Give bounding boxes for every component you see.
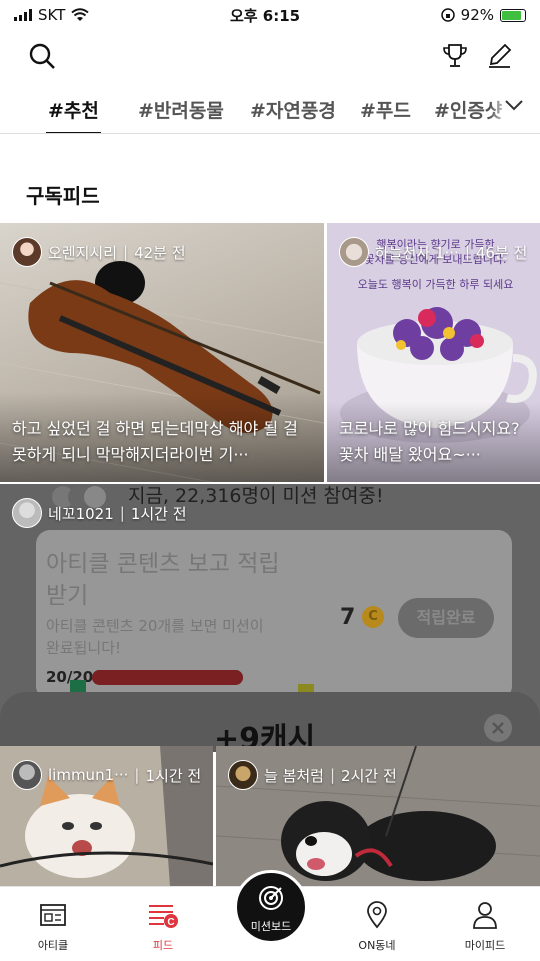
top-bar <box>0 30 540 82</box>
battery-icon <box>500 8 526 22</box>
feed-card[interactable]: 늘 봄처럼 | 2시간 전 <box>216 746 540 886</box>
card-meta: 네꼬1021 | 1시간 전 <box>12 498 187 528</box>
tab-recommend[interactable]: #추천 <box>46 96 101 133</box>
status-bar: SKT 오후 6:15 92% <box>0 0 540 30</box>
feed-card[interactable]: limmun1··· | 1시간 전 <box>0 746 213 886</box>
feed-card[interactable]: 오렌지시리 | 42분 전 하고 싶었던 걸 하면 되는데막상 해야 될 걸 못… <box>0 223 324 482</box>
nav-label: 피드 <box>152 939 174 952</box>
mission-title: 아티클 콘텐츠 보고 적립 받기 <box>46 551 280 609</box>
clock: 오후 6:15 <box>229 6 301 25</box>
card-caption: 하고 싶었던 걸 하면 되는데막상 해야 될 걸 못하게 되니 막막해지더라이번… <box>12 419 298 464</box>
battery-percent: 92% <box>460 6 494 24</box>
mission-description: 아티클 콘텐츠 20개를 보면 미션이 완료됩니다! <box>46 617 264 657</box>
search-icon[interactable] <box>28 42 56 70</box>
avatar <box>339 237 369 267</box>
avatar <box>228 760 258 790</box>
post-time: 2시간 전 <box>341 766 397 785</box>
trophy-icon[interactable] <box>442 42 468 70</box>
carrier: SKT <box>38 6 66 24</box>
pencil-icon[interactable] <box>486 42 512 70</box>
target-icon <box>259 886 283 910</box>
post-time: 1시간 전 <box>130 504 187 523</box>
nav-label: 미션보드 <box>250 920 292 933</box>
card-meta: 하늘천사 1··· | 46분 전 <box>339 237 527 267</box>
feed-icon: C <box>149 905 178 928</box>
card-meta: 오렌지시리 | 42분 전 <box>12 237 186 267</box>
nav-label: 마이피드 <box>464 939 506 952</box>
progress-fill <box>92 670 243 685</box>
nav-on-neighborhood[interactable]: ON동네 <box>332 887 422 961</box>
author-name: 늘 봄처럼 <box>264 766 324 785</box>
article-icon <box>40 904 66 926</box>
tab-pets[interactable]: #반려동물 <box>138 96 224 123</box>
section-title: 구독피드 <box>26 184 100 208</box>
signal-icon <box>14 9 32 21</box>
nav-label: 아티클 <box>37 939 69 952</box>
close-icon[interactable] <box>484 714 512 742</box>
avatar <box>12 237 42 267</box>
complete-button[interactable]: 적립완료 <box>398 598 494 638</box>
coin-icon: C <box>362 606 384 628</box>
category-tabs: #추천 #반려동물 #자연풍경 #푸드 #인증샷 <box>0 86 540 134</box>
person-icon <box>473 902 497 929</box>
svg-text:C: C <box>167 917 174 928</box>
card-meta: limmun1··· | 1시간 전 <box>12 760 201 790</box>
reward-amount: 7 <box>340 605 356 630</box>
author-name: 네꼬1021 <box>48 504 114 523</box>
post-time: 1시간 전 <box>145 766 202 785</box>
avatar <box>12 760 42 790</box>
tab-nature[interactable]: #자연풍경 <box>250 96 336 123</box>
orientation-lock-icon <box>440 8 455 22</box>
nav-feed[interactable]: C 피드 <box>118 887 208 961</box>
author-name: limmun1··· <box>48 766 129 784</box>
wifi-icon <box>71 8 89 21</box>
card-caption: 코로나로 많이 힘드시지요?꽃차 배달 왔어요~··· <box>339 419 520 464</box>
post-time: 46분 전 <box>475 243 528 262</box>
post-time: 42분 전 <box>134 243 186 262</box>
author-name: 오렌지시리 <box>48 243 118 262</box>
nav-my-feed[interactable]: 마이피드 <box>440 887 530 961</box>
tab-food[interactable]: #푸드 <box>360 96 411 123</box>
location-pin-icon <box>367 901 387 929</box>
avatar <box>12 498 42 528</box>
nav-article[interactable]: 아티클 <box>8 887 98 961</box>
reward-sheet: +9캐시 <box>0 692 540 757</box>
card-meta: 늘 봄처럼 | 2시간 전 <box>228 760 397 790</box>
feed-card[interactable]: 행복이라는 향기로 가득한 꽃차를 당신에게 보내드립니다. 오늘도 행복이 가… <box>327 223 540 482</box>
nav-label: ON동네 <box>358 939 396 952</box>
progress-track <box>92 670 243 685</box>
chevron-down-icon[interactable] <box>504 98 524 112</box>
mission-board-button[interactable]: 미션보드 <box>234 870 308 944</box>
author-name: 하늘천사 1··· <box>375 243 459 262</box>
